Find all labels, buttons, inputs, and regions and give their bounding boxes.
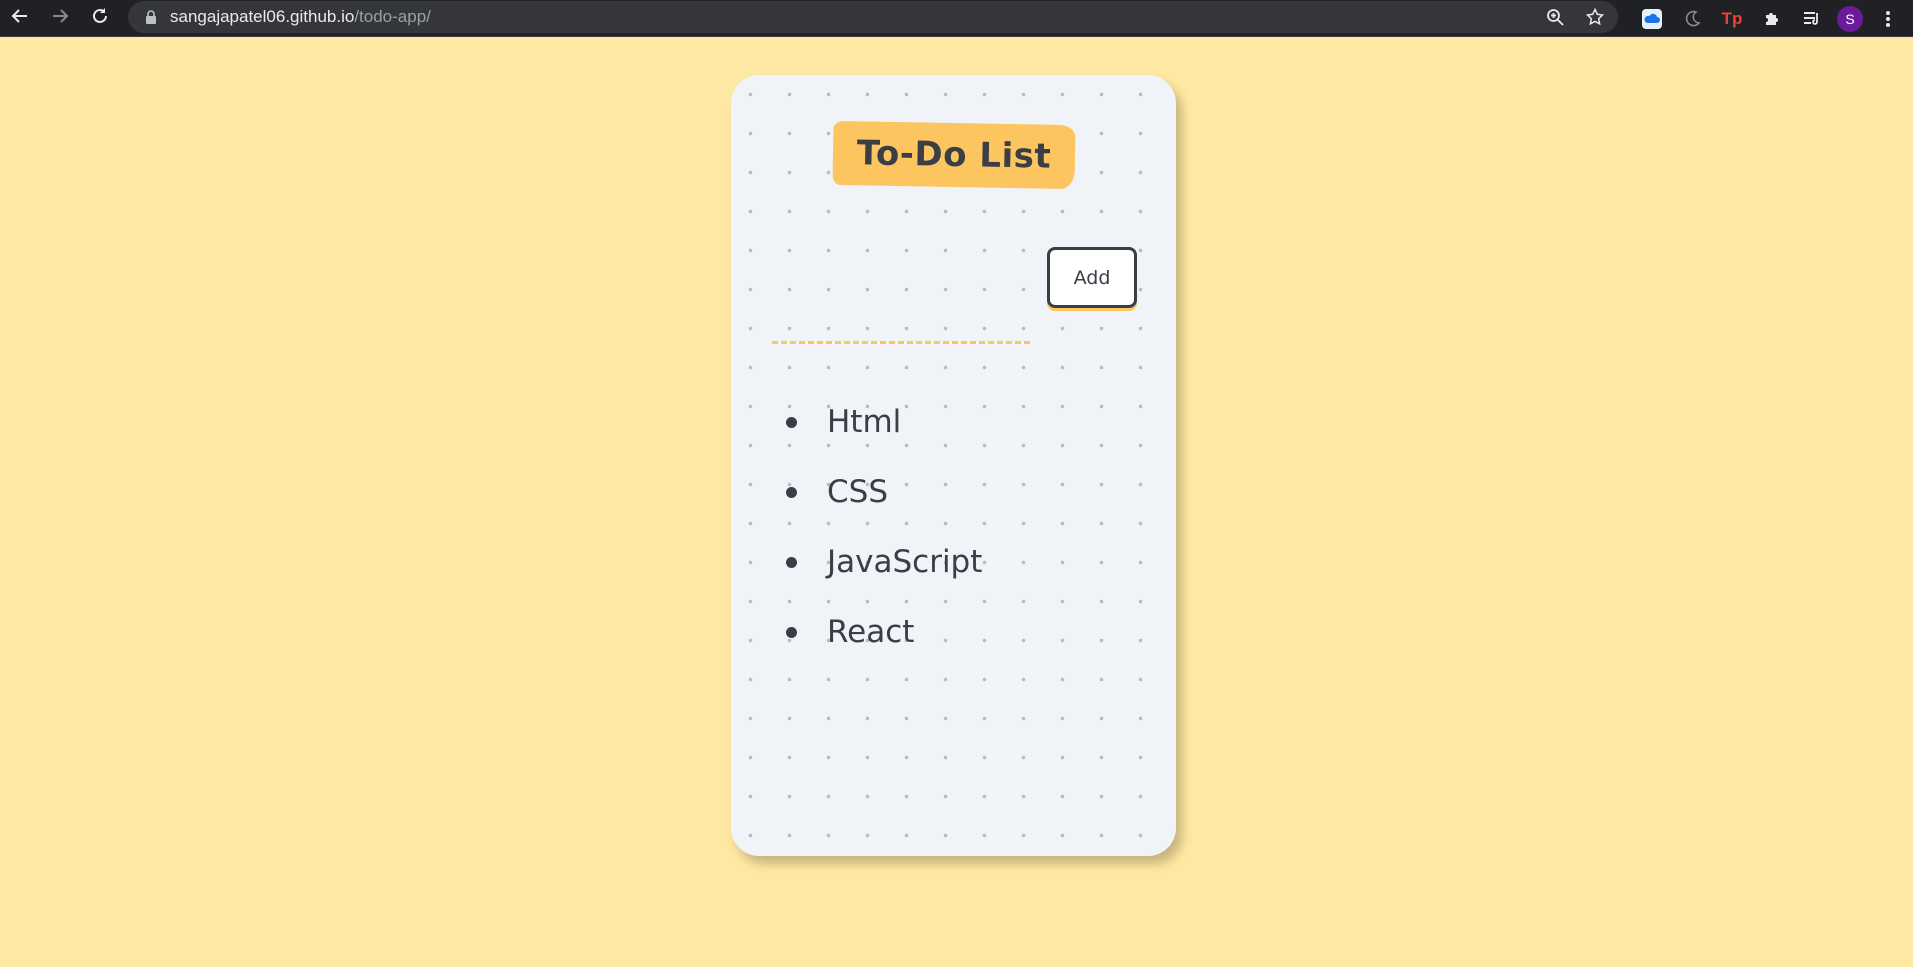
profile-avatar[interactable]: S: [1837, 5, 1863, 32]
bullet-icon: [786, 416, 797, 428]
tp-extension-icon[interactable]: Tp: [1717, 4, 1747, 34]
url-host: sangajapatel06.github.io: [170, 7, 355, 26]
lock-icon: [144, 10, 158, 24]
todo-item-text: Html: [827, 404, 902, 440]
cloud-extension-icon[interactable]: [1637, 4, 1667, 34]
bullet-icon: [786, 626, 797, 638]
address-bar[interactable]: sangajapatel06.github.io/todo-app/: [128, 1, 1618, 33]
zoom-icon[interactable]: [1542, 4, 1568, 30]
reload-button[interactable]: [80, 0, 120, 37]
page-title: To-Do List: [856, 133, 1052, 177]
puzzle-extensions-icon[interactable]: [1757, 4, 1787, 34]
url-text: sangajapatel06.github.io/todo-app/: [170, 7, 431, 27]
list-item[interactable]: JavaScript: [786, 527, 982, 597]
todo-item-text: CSS: [827, 474, 889, 510]
back-button[interactable]: [0, 0, 40, 37]
bullet-icon: [786, 556, 797, 568]
arrow-left-icon: [11, 6, 29, 30]
menu-kebab-icon[interactable]: [1873, 4, 1903, 34]
reading-list-icon[interactable]: [1797, 4, 1827, 34]
bookmark-star-icon[interactable]: [1582, 4, 1608, 30]
list-item[interactable]: CSS: [786, 457, 982, 527]
todo-input[interactable]: [772, 312, 1030, 344]
title-highlight: To-Do List: [832, 120, 1076, 190]
list-item[interactable]: React: [786, 597, 982, 667]
add-button[interactable]: Add: [1047, 247, 1137, 308]
bullet-icon: [786, 486, 797, 498]
reload-icon: [91, 6, 109, 30]
todo-list: Html CSS JavaScript React: [786, 387, 982, 667]
url-path: /todo-app/: [354, 7, 431, 26]
extensions-area: Tp S: [1637, 0, 1913, 37]
todo-item-text: JavaScript: [827, 544, 983, 580]
arrow-right-icon: [51, 6, 69, 30]
browser-toolbar: sangajapatel06.github.io/todo-app/ Tp S: [0, 0, 1913, 37]
list-item[interactable]: Html: [786, 387, 982, 457]
omnibox-actions: [1542, 1, 1608, 33]
moon-extension-icon[interactable]: [1677, 4, 1707, 34]
forward-button[interactable]: [40, 0, 80, 37]
todo-item-text: React: [827, 614, 915, 650]
todo-card: To-Do List Add Html CSS JavaScript React: [731, 75, 1176, 856]
